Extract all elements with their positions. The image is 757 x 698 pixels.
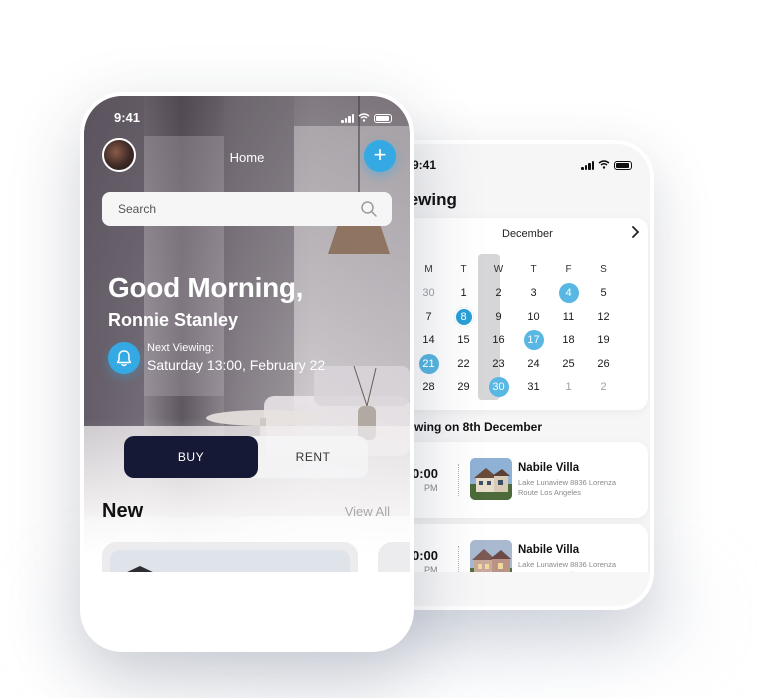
calendar-day[interactable]: 22 xyxy=(446,354,481,374)
viewing-appointment-card[interactable]: 0:00 PM Nabile Villa Lake Lunaview 8836 … xyxy=(404,442,648,518)
listing-card[interactable] xyxy=(378,542,410,572)
buy-rent-toggle: BUY RENT xyxy=(124,436,368,478)
add-button[interactable]: + xyxy=(364,140,396,172)
bell-icon[interactable] xyxy=(108,342,140,374)
calendar-day[interactable]: 12 xyxy=(586,307,621,327)
wifi-icon xyxy=(598,160,610,170)
calendar-grid: S M T W T F S 29 30 1 2 3 4 5 xyxy=(376,258,646,399)
next-viewing-value: Saturday 13:00, February 22 xyxy=(147,357,326,373)
search-input[interactable]: Search xyxy=(102,192,392,226)
battery-icon xyxy=(614,160,632,170)
status-icons xyxy=(341,113,392,123)
weekday-header: S xyxy=(600,263,607,275)
weekday-header-row: S M T W T F S xyxy=(376,258,646,282)
calendar-day[interactable]: 28 xyxy=(411,377,446,397)
calendar-day[interactable]: 16 xyxy=(481,330,516,350)
appointment-time: 0:00 xyxy=(412,548,439,563)
property-name: Nabile Villa xyxy=(518,544,580,556)
calendar-card: December S M T W T F S 29 30 1 xyxy=(387,218,648,410)
calendar-day-highlighted[interactable]: 4 xyxy=(551,283,586,304)
divider xyxy=(458,464,459,496)
calendar-day[interactable]: 15 xyxy=(446,330,481,350)
wifi-icon xyxy=(358,113,370,123)
property-thumbnail xyxy=(470,458,512,500)
status-time: 9:41 xyxy=(114,110,141,125)
divider xyxy=(458,546,459,572)
calendar-week: 27 28 29 30 31 1 2 xyxy=(376,376,646,400)
calendar-day[interactable]: 2 xyxy=(481,283,516,303)
signal-icon xyxy=(581,160,594,170)
calendar-day[interactable]: 10 xyxy=(516,307,551,327)
calendar-day[interactable]: 24 xyxy=(516,354,551,374)
view-all-link[interactable]: View All xyxy=(345,504,390,519)
viewing-appointment-card[interactable]: 0:00 PM Nabile Villa Lake Lunaview 8836 … xyxy=(404,524,648,572)
search-icon[interactable] xyxy=(360,200,378,218)
calendar-day[interactable]: 31 xyxy=(516,377,551,397)
calendar-day[interactable]: 2 xyxy=(586,377,621,397)
next-viewing-label: Next Viewing: xyxy=(147,342,215,354)
weekday-header: T xyxy=(530,263,537,275)
greeting-heading: Good Morning, xyxy=(108,272,304,303)
weekday-header: T xyxy=(460,263,467,275)
status-time: 9:41 xyxy=(412,158,437,172)
chevron-right-icon[interactable] xyxy=(630,225,642,242)
calendar-week: 29 30 1 2 3 4 5 xyxy=(376,282,646,306)
home-phone: 9:41 Home + Search Good Morning, Ronnie … xyxy=(80,92,414,652)
user-name: Ronnie Stanley xyxy=(108,310,239,330)
calendar-day[interactable]: 26 xyxy=(586,354,621,374)
calendar-week: 20 21 22 23 24 25 26 xyxy=(376,352,646,376)
tab-buy[interactable]: BUY xyxy=(124,436,258,478)
calendar-day-highlighted[interactable]: 30 xyxy=(481,377,516,398)
calendar-day[interactable]: 19 xyxy=(586,330,621,350)
property-thumbnail xyxy=(470,540,512,572)
calendar-day[interactable]: 9 xyxy=(481,307,516,327)
calendar-week: 13 14 15 16 17 18 19 xyxy=(376,329,646,353)
calendar-day[interactable]: 7 xyxy=(411,307,446,327)
page-title: Home xyxy=(229,150,265,165)
calendar-day[interactable]: 14 xyxy=(411,330,446,350)
calendar-day[interactable]: 30 xyxy=(411,283,446,303)
signal-icon xyxy=(341,113,354,123)
section-subtitle: iewing on 8th December xyxy=(404,420,543,434)
calendar-day[interactable]: 11 xyxy=(551,307,586,327)
calendar-day[interactable]: 1 xyxy=(446,283,481,303)
property-address: Lake Lunaview 8836 Lorenza Route Los Ang… xyxy=(518,560,616,572)
section-title: New xyxy=(102,500,144,522)
appointment-ampm: PM xyxy=(424,565,438,572)
tab-rent[interactable]: RENT xyxy=(258,436,368,478)
calendar-day[interactable]: 23 xyxy=(481,354,516,374)
calendar-day[interactable]: 5 xyxy=(586,283,621,303)
calendar-day-highlighted[interactable]: 21 xyxy=(411,353,446,374)
calendar-day[interactable]: 3 xyxy=(516,283,551,303)
calendar-day-highlighted[interactable]: 17 xyxy=(516,330,551,351)
calendar-day[interactable]: 25 xyxy=(551,354,586,374)
property-address: Lake Lunaview 8836 Lorenza Route Los Ang… xyxy=(518,478,616,497)
calendar-day[interactable]: 1 xyxy=(551,377,586,397)
appointment-time: 0:00 xyxy=(412,466,439,481)
appointment-ampm: PM xyxy=(424,483,438,493)
listing-card[interactable] xyxy=(102,542,358,572)
listing-image xyxy=(110,550,350,572)
property-name: Nabile Villa xyxy=(518,462,580,474)
battery-icon xyxy=(374,113,392,123)
calendar-day[interactable]: 18 xyxy=(551,330,586,350)
weekday-header: M xyxy=(424,263,433,275)
status-icons xyxy=(581,160,632,170)
calendar-month: December xyxy=(502,228,553,240)
calendar-week: 6 7 8 9 10 11 12 xyxy=(376,305,646,329)
calendar-day-selected[interactable]: 8 xyxy=(446,306,481,327)
weekday-header: W xyxy=(493,263,504,275)
weekday-header: F xyxy=(565,263,572,275)
search-placeholder: Search xyxy=(118,202,157,216)
calendar-day[interactable]: 29 xyxy=(446,377,481,397)
